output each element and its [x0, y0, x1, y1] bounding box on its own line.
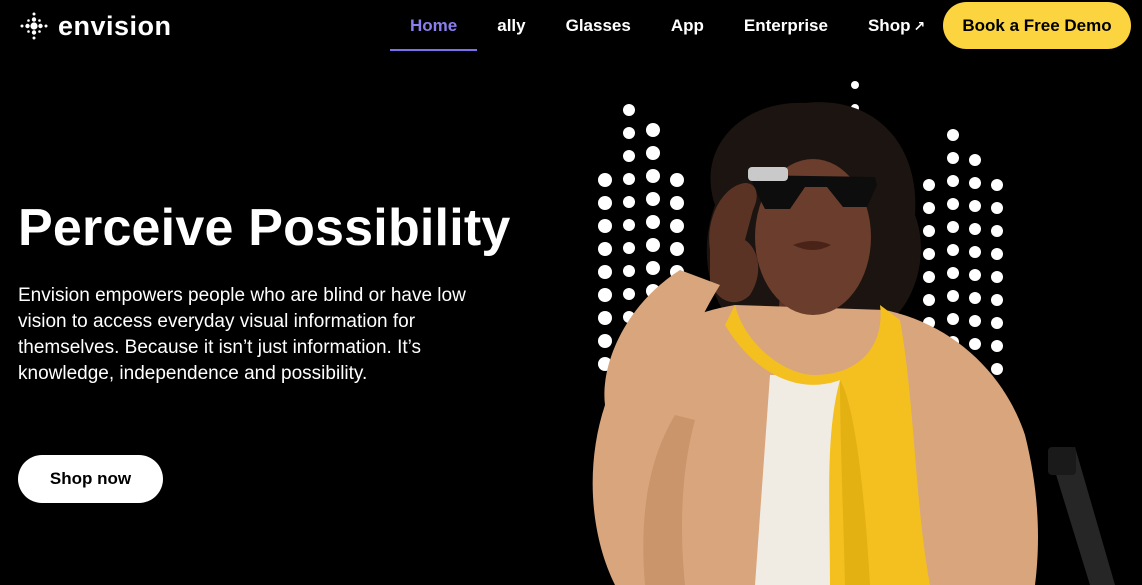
pattern-dot [851, 81, 859, 89]
nav-item-enterprise[interactable]: Enterprise [724, 1, 848, 51]
pattern-dot [947, 152, 959, 164]
pattern-dot [991, 340, 1003, 352]
pattern-dot [646, 215, 660, 229]
pattern-dot [947, 290, 959, 302]
external-arrow-icon: ↗ [913, 17, 926, 34]
nav-item-label: Home [410, 16, 458, 35]
pattern-dot [646, 123, 660, 137]
pattern-dot [991, 317, 1003, 329]
pattern-dot [670, 219, 684, 233]
pattern-dot [598, 219, 612, 233]
pattern-dot [623, 104, 635, 116]
pattern-dot [991, 248, 1003, 260]
pattern-dot [623, 219, 635, 231]
pattern-dot [969, 246, 981, 258]
pattern-dot [598, 196, 612, 210]
pattern-dot [623, 196, 635, 208]
pattern-dot [969, 315, 981, 327]
pattern-dot [623, 127, 635, 139]
pattern-dot [623, 265, 635, 277]
pattern-dot [991, 271, 1003, 283]
pattern-dot [623, 150, 635, 162]
hero-description: Envision empowers people who are blind o… [18, 285, 466, 384]
pattern-dot [598, 173, 612, 187]
pattern-dot [991, 179, 1003, 191]
pattern-dot [623, 288, 635, 300]
pattern-dot [598, 265, 612, 279]
pattern-dot [646, 169, 660, 183]
main-nav: Home ally Glasses App Enterprise Shop ↗ [390, 0, 945, 52]
pattern-dot [646, 261, 660, 275]
envision-logo[interactable]: envision [18, 10, 172, 42]
pattern-dot [646, 238, 660, 252]
pattern-dot [670, 173, 684, 187]
pattern-dot [923, 202, 935, 214]
site-header: envision Home ally Glasses App Enterpris… [0, 0, 1142, 52]
pattern-dot [923, 248, 935, 260]
nav-item-ally[interactable]: ally [477, 1, 545, 51]
pattern-dot [991, 225, 1003, 237]
nav-item-label: App [670, 16, 704, 35]
pattern-dot [969, 177, 981, 189]
pattern-dot [923, 225, 935, 237]
pattern-dot [969, 269, 981, 281]
hero-image [592, 81, 1115, 585]
pattern-dot [947, 221, 959, 233]
pattern-dot [623, 242, 635, 254]
pattern-dot [991, 202, 1003, 214]
pattern-dot [670, 196, 684, 210]
pattern-dot [923, 179, 935, 191]
pattern-dot [947, 129, 959, 141]
nav-item-label: Enterprise [743, 16, 828, 35]
nav-item-home[interactable]: Home [390, 1, 478, 51]
pattern-dot [969, 338, 981, 350]
nav-item-app[interactable]: App [651, 1, 724, 51]
pattern-dot [969, 223, 981, 235]
pattern-dot [969, 200, 981, 212]
pattern-dot [598, 311, 612, 325]
pattern-dot [947, 175, 959, 187]
pattern-dot [623, 173, 635, 185]
nav-item-shop[interactable]: Shop ↗ [848, 1, 945, 51]
shop-now-button[interactable]: Shop now [18, 455, 163, 503]
nav-item-label: ally [497, 16, 526, 35]
pattern-dot [991, 363, 1003, 375]
pattern-dot [646, 146, 660, 160]
woman-figure [592, 102, 1115, 585]
pattern-dot [947, 244, 959, 256]
nav-item-label: Shop [867, 16, 911, 35]
nav-item-label: Glasses [565, 16, 631, 35]
pattern-dot [670, 242, 684, 256]
pattern-dot [947, 198, 959, 210]
pattern-dot [923, 294, 935, 306]
pattern-dot [991, 294, 1003, 306]
envision-logo-icon [20, 12, 48, 40]
pattern-dot [969, 154, 981, 166]
pattern-dot [969, 292, 981, 304]
pattern-dot [947, 313, 959, 325]
page: envision Home ally Glasses App Enterpris… [0, 0, 1142, 585]
pattern-dot [598, 242, 612, 256]
book-demo-button[interactable]: Book a Free Demo [943, 2, 1131, 49]
logo-text: envision [58, 11, 172, 41]
pattern-dot [598, 334, 612, 348]
hero-title: Perceive Possibility [18, 199, 511, 257]
pattern-dot [947, 267, 959, 279]
pattern-dot [598, 288, 612, 302]
pattern-dot [923, 271, 935, 283]
nav-item-glasses[interactable]: Glasses [546, 1, 651, 51]
pattern-dot [646, 192, 660, 206]
